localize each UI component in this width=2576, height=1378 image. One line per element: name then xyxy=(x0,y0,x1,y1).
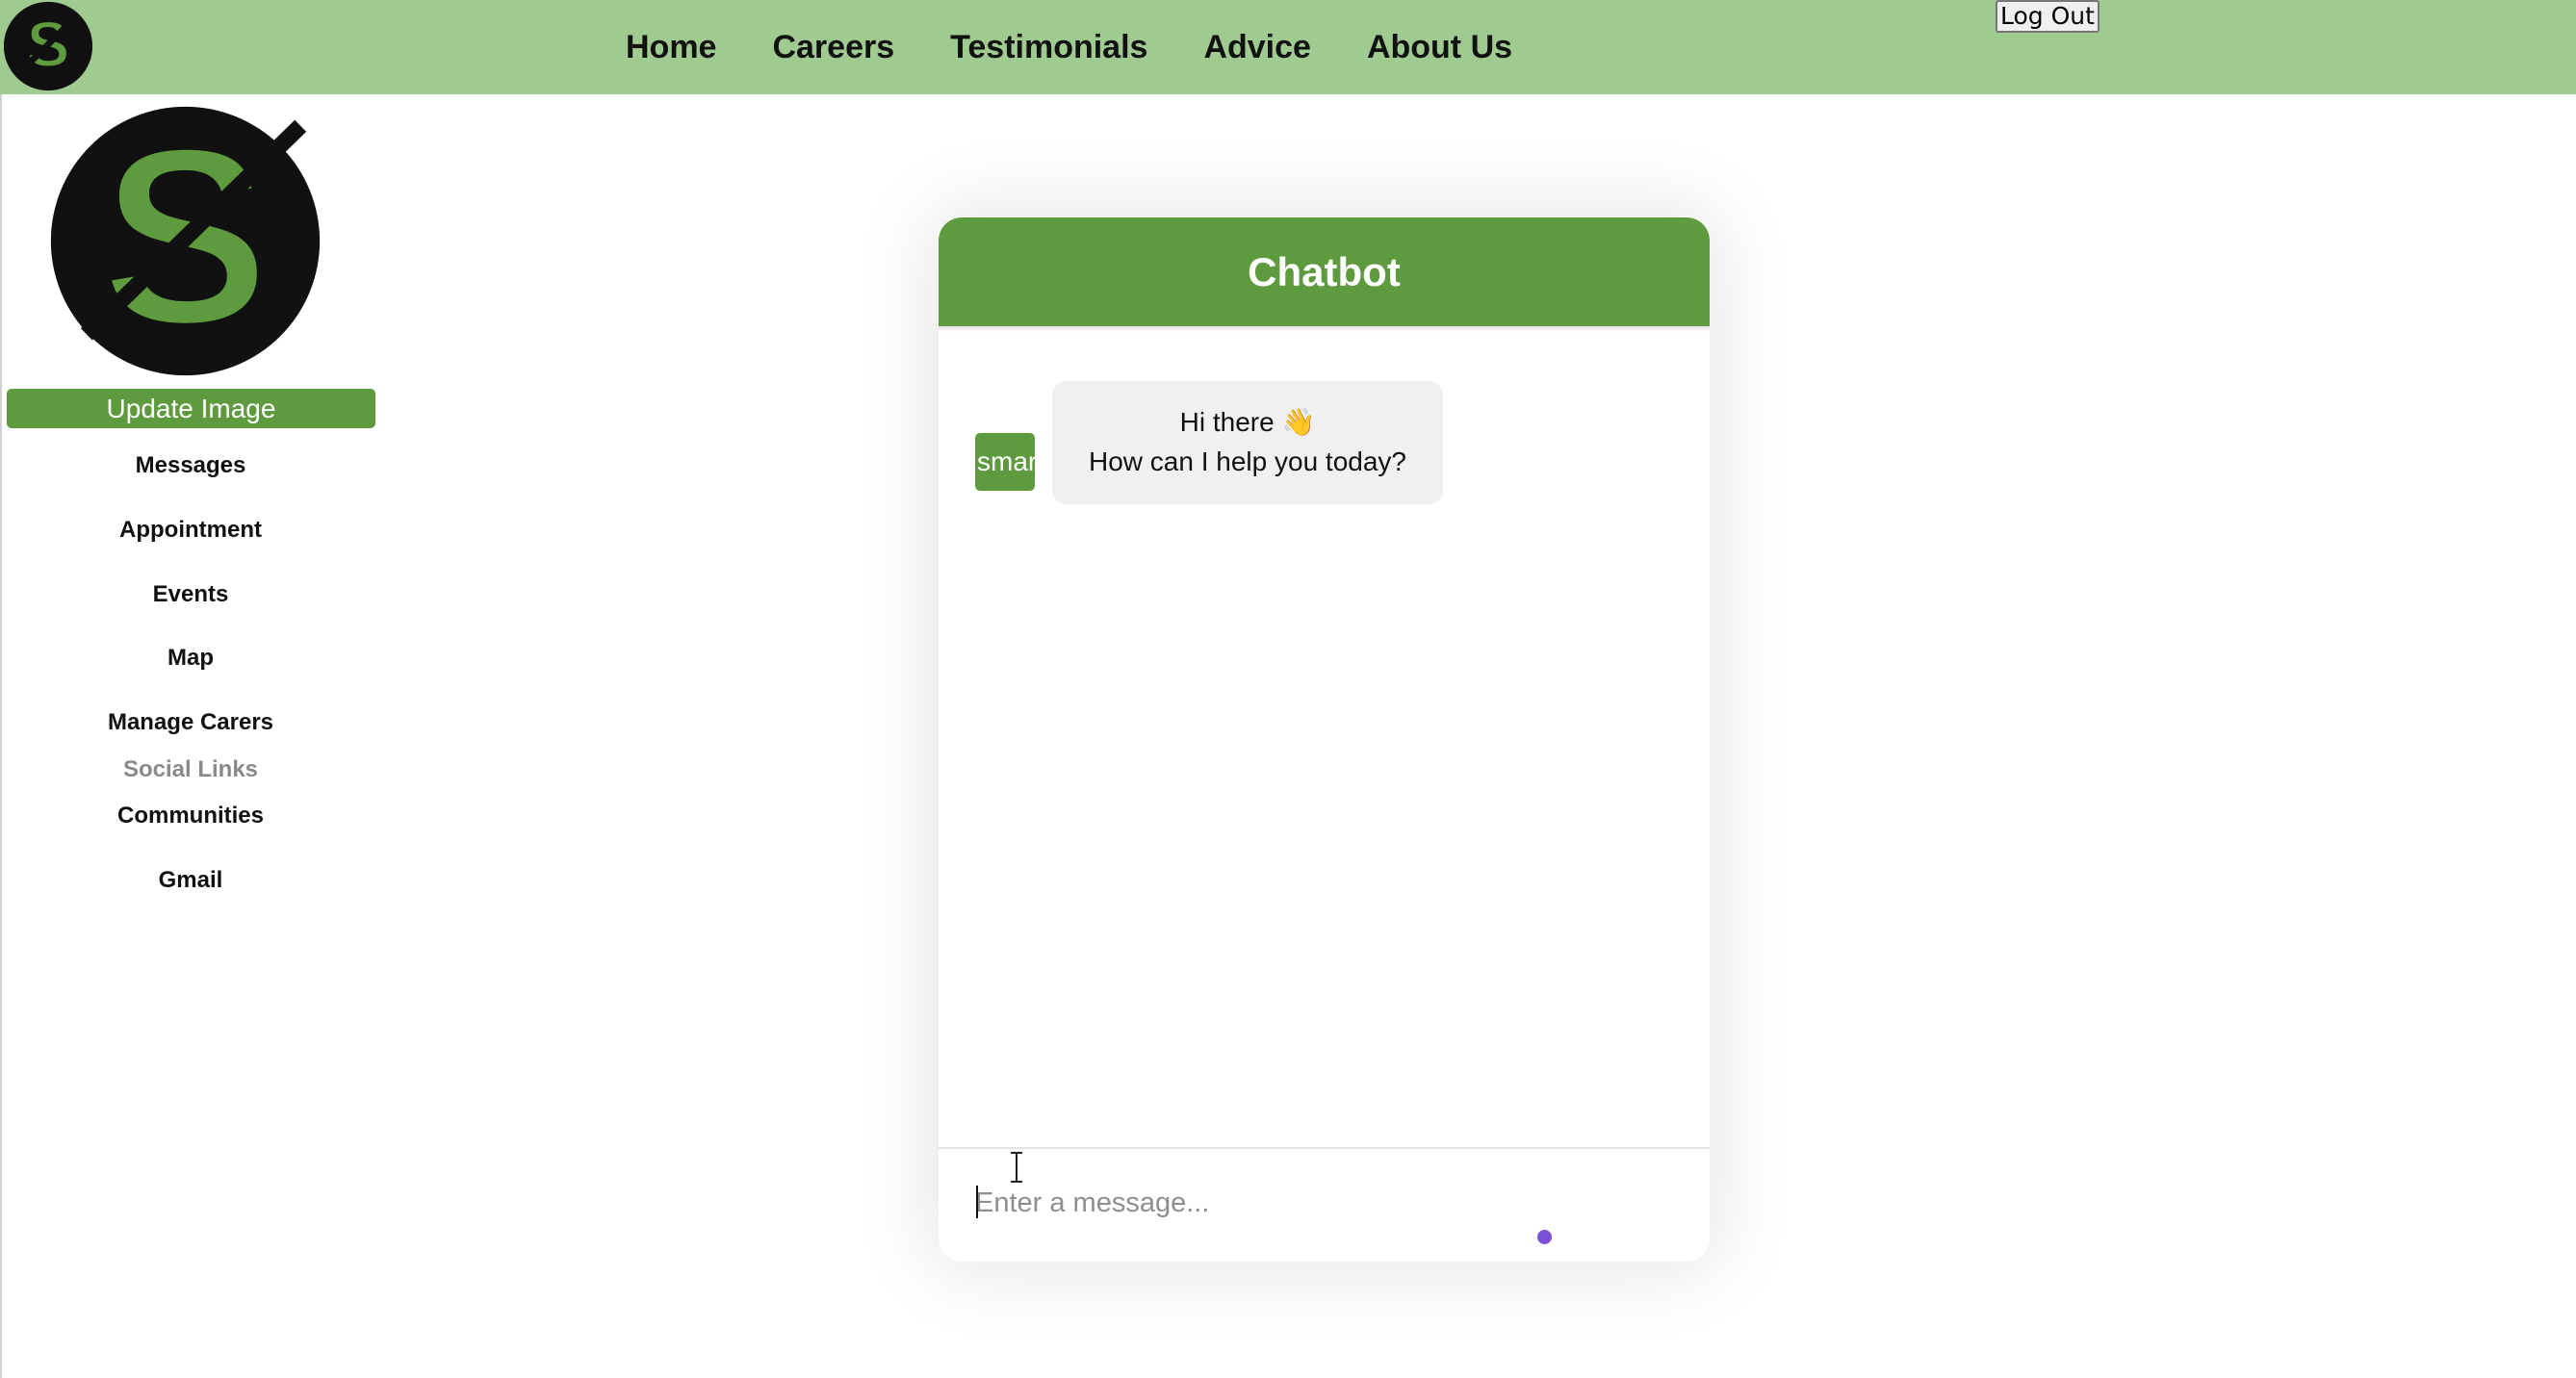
main-nav: Home Careers Testimonials Advice About U… xyxy=(626,29,1512,66)
nav-careers-link[interactable]: Careers xyxy=(772,29,894,66)
left-sidebar: S Update Image Messages Appointment Even… xyxy=(0,94,385,1378)
ibeam-cursor-icon xyxy=(1011,1152,1022,1183)
sidebar-item-messages[interactable]: Messages xyxy=(0,452,381,479)
bot-avatar: smart xyxy=(975,433,1035,491)
nav-advice-link[interactable]: Advice xyxy=(1203,29,1311,66)
sidebar-item-appointment[interactable]: Appointment xyxy=(0,517,381,544)
text-caret xyxy=(976,1186,978,1218)
sidebar-item-manage-carers[interactable]: Manage Carers xyxy=(0,709,381,736)
header-shadow xyxy=(939,326,1710,332)
social-links-heading: Social Links xyxy=(122,756,259,782)
s-logo-icon[interactable]: S xyxy=(2,0,94,92)
sidebar-item-map[interactable]: Map xyxy=(0,645,381,672)
bot-message-bubble: Hi there 👋 How can I help you today? xyxy=(1052,381,1443,504)
chatbot-window: Chatbot smart Hi there 👋 How can I help … xyxy=(939,217,1710,1262)
profile-image: S xyxy=(50,104,321,378)
send-dot-icon[interactable] xyxy=(1537,1230,1552,1244)
nav-about-us-link[interactable]: About Us xyxy=(1367,29,1512,66)
nav-testimonials-link[interactable]: Testimonials xyxy=(950,29,1147,66)
top-navbar: S Home Careers Testimonials Advice About… xyxy=(0,0,2576,94)
sidebar-item-gmail[interactable]: Gmail xyxy=(0,867,381,894)
bot-message-line: How can I help you today? xyxy=(1089,447,1406,476)
bot-message-line: Hi there 👋 xyxy=(1179,407,1316,437)
input-divider xyxy=(939,1147,1710,1149)
message-input[interactable] xyxy=(975,1174,1514,1232)
nav-home-link[interactable]: Home xyxy=(626,29,716,66)
logout-button[interactable]: Log Out xyxy=(1996,0,2099,33)
sidebar-item-communities[interactable]: Communities xyxy=(0,803,381,829)
chatbot-header: Chatbot xyxy=(939,217,1710,326)
sidebar-item-events[interactable]: Events xyxy=(0,581,381,608)
update-image-button[interactable]: Update Image xyxy=(7,389,375,428)
